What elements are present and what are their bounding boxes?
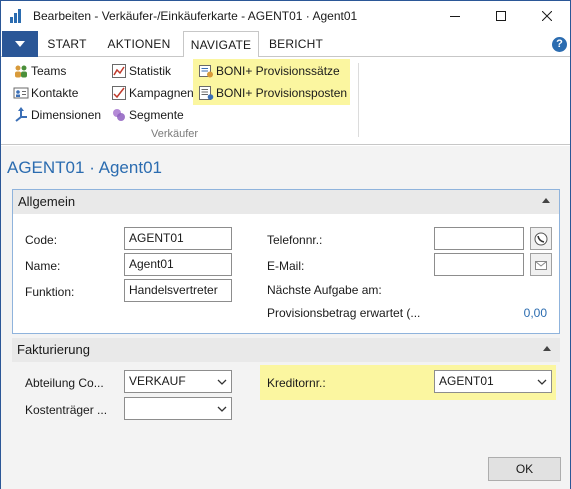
email-field[interactable] (434, 253, 524, 276)
ribbon-commission-entries-label: BONI+ Provisionsposten (216, 86, 348, 100)
chevron-down-icon (217, 406, 227, 412)
teams-icon (15, 65, 27, 78)
phone-field[interactable] (434, 227, 524, 250)
commission-entries-icon (199, 86, 214, 100)
email-label: E-Mail: (267, 259, 305, 273)
file-menu-button[interactable] (2, 31, 38, 57)
function-field[interactable]: Handelsvertreter (124, 279, 232, 302)
statistics-icon (112, 64, 126, 78)
card-content: AGENT01 · Agent01 Allgemein Code: AGENT0… (1, 146, 570, 489)
ribbon-segments-label: Segmente (129, 108, 184, 122)
ribbon-contacts-label: Kontakte (31, 86, 79, 100)
ok-button[interactable]: OK (488, 457, 561, 481)
next-task-label: Nächste Aufgabe am: (267, 283, 382, 297)
commission-label: Provisionsbetrag erwartet (... (267, 306, 421, 320)
contacts-icon (13, 87, 29, 99)
email-icon (535, 260, 547, 270)
creditor-value: AGENT01 (439, 374, 494, 388)
tab-start[interactable]: START (41, 31, 93, 57)
close-icon (542, 11, 552, 21)
phone-label: Telefonnr.: (267, 233, 323, 247)
page-title: AGENT01 · Agent01 (7, 158, 162, 177)
name-field[interactable]: Agent01 (124, 253, 232, 276)
tab-bericht[interactable]: BERICHT (263, 31, 329, 57)
title-bar: Bearbeiten - Verkäufer-/Einkäuferkarte -… (1, 1, 570, 31)
commission-value[interactable]: 0,00 (524, 306, 547, 320)
maximize-icon (496, 11, 506, 21)
ribbon-tabs: START AKTIONEN NAVIGATE BERICHT ? (1, 31, 570, 58)
fasttab-general: Allgemein Code: AGENT01 Name: Agent01 Fu… (12, 189, 560, 334)
app-icon (10, 9, 24, 23)
phone-icon (534, 232, 548, 245)
chevron-down-icon (217, 379, 227, 385)
phone-call-button[interactable] (530, 227, 552, 250)
fasttab-general-title: Allgemein (18, 194, 76, 209)
ribbon-statistics-button[interactable]: Statistik (111, 61, 171, 81)
ribbon-contacts-button[interactable]: Kontakte (13, 83, 78, 103)
dialog-window: Bearbeiten - Verkäufer-/Einkäuferkarte -… (0, 0, 571, 489)
ribbon-segments-button[interactable]: Segmente (111, 105, 184, 125)
department-select[interactable]: VERKAUF (124, 370, 232, 393)
tab-aktionen[interactable]: AKTIONEN (99, 31, 179, 57)
chevron-down-icon (537, 379, 547, 385)
code-label: Code: (25, 233, 58, 247)
commission-rates-icon (199, 65, 213, 78)
close-button[interactable] (524, 1, 570, 31)
name-label: Name: (25, 259, 61, 273)
ribbon-campaigns-label: Kampagnen (129, 86, 194, 100)
costcarrier-label: Kostenträger ... (25, 403, 108, 417)
creditor-select[interactable]: AGENT01 (434, 370, 552, 393)
ribbon-dimensions-label: Dimensionen (31, 108, 102, 122)
campaigns-icon (112, 86, 126, 100)
ribbon-campaigns-button[interactable]: Kampagnen (111, 83, 194, 103)
ribbon-body: Teams Kontakte Dimensionen Statistik Kam… (1, 57, 570, 145)
department-label: Abteilung Co... (25, 376, 104, 390)
maximize-button[interactable] (478, 1, 524, 31)
department-value: VERKAUF (129, 374, 186, 388)
creditor-label: Kreditornr.: (267, 376, 326, 390)
ribbon-teams-label: Teams (31, 64, 67, 78)
function-label: Funktion: (25, 285, 75, 299)
fasttab-billing-header[interactable]: Fakturierung (12, 338, 560, 362)
fasttab-general-header[interactable]: Allgemein (13, 190, 559, 214)
segments-icon (113, 109, 125, 121)
ribbon-statistics-label: Statistik (129, 64, 172, 78)
chevron-up-icon[interactable] (542, 344, 552, 354)
window-title: Bearbeiten - Verkäufer-/Einkäuferkarte -… (33, 9, 358, 23)
ribbon-commission-rates-label: BONI+ Provisionssätze (216, 64, 340, 78)
costcarrier-select[interactable] (124, 397, 232, 420)
chevron-down-icon (15, 41, 25, 47)
ribbon-commission-rates-button[interactable]: BONI+ Provisionssätze (198, 61, 340, 81)
chevron-up-icon[interactable] (541, 196, 551, 206)
ribbon-teams-button[interactable]: Teams (13, 61, 66, 81)
minimize-button[interactable] (432, 1, 478, 31)
tab-navigate[interactable]: NAVIGATE (183, 31, 259, 58)
code-field[interactable]: AGENT01 (124, 227, 232, 250)
fasttab-billing-title: Fakturierung (17, 342, 90, 357)
email-send-button[interactable] (530, 253, 552, 276)
ribbon-group-label: Verkäufer (151, 128, 199, 140)
dimensions-icon (15, 107, 27, 122)
ribbon-dimensions-button[interactable]: Dimensionen (13, 105, 101, 125)
ribbon-commission-entries-button[interactable]: BONI+ Provisionsposten (198, 83, 347, 103)
minimize-icon (450, 16, 460, 17)
help-icon[interactable]: ? (552, 37, 567, 52)
ribbon-group-separator (358, 63, 359, 137)
